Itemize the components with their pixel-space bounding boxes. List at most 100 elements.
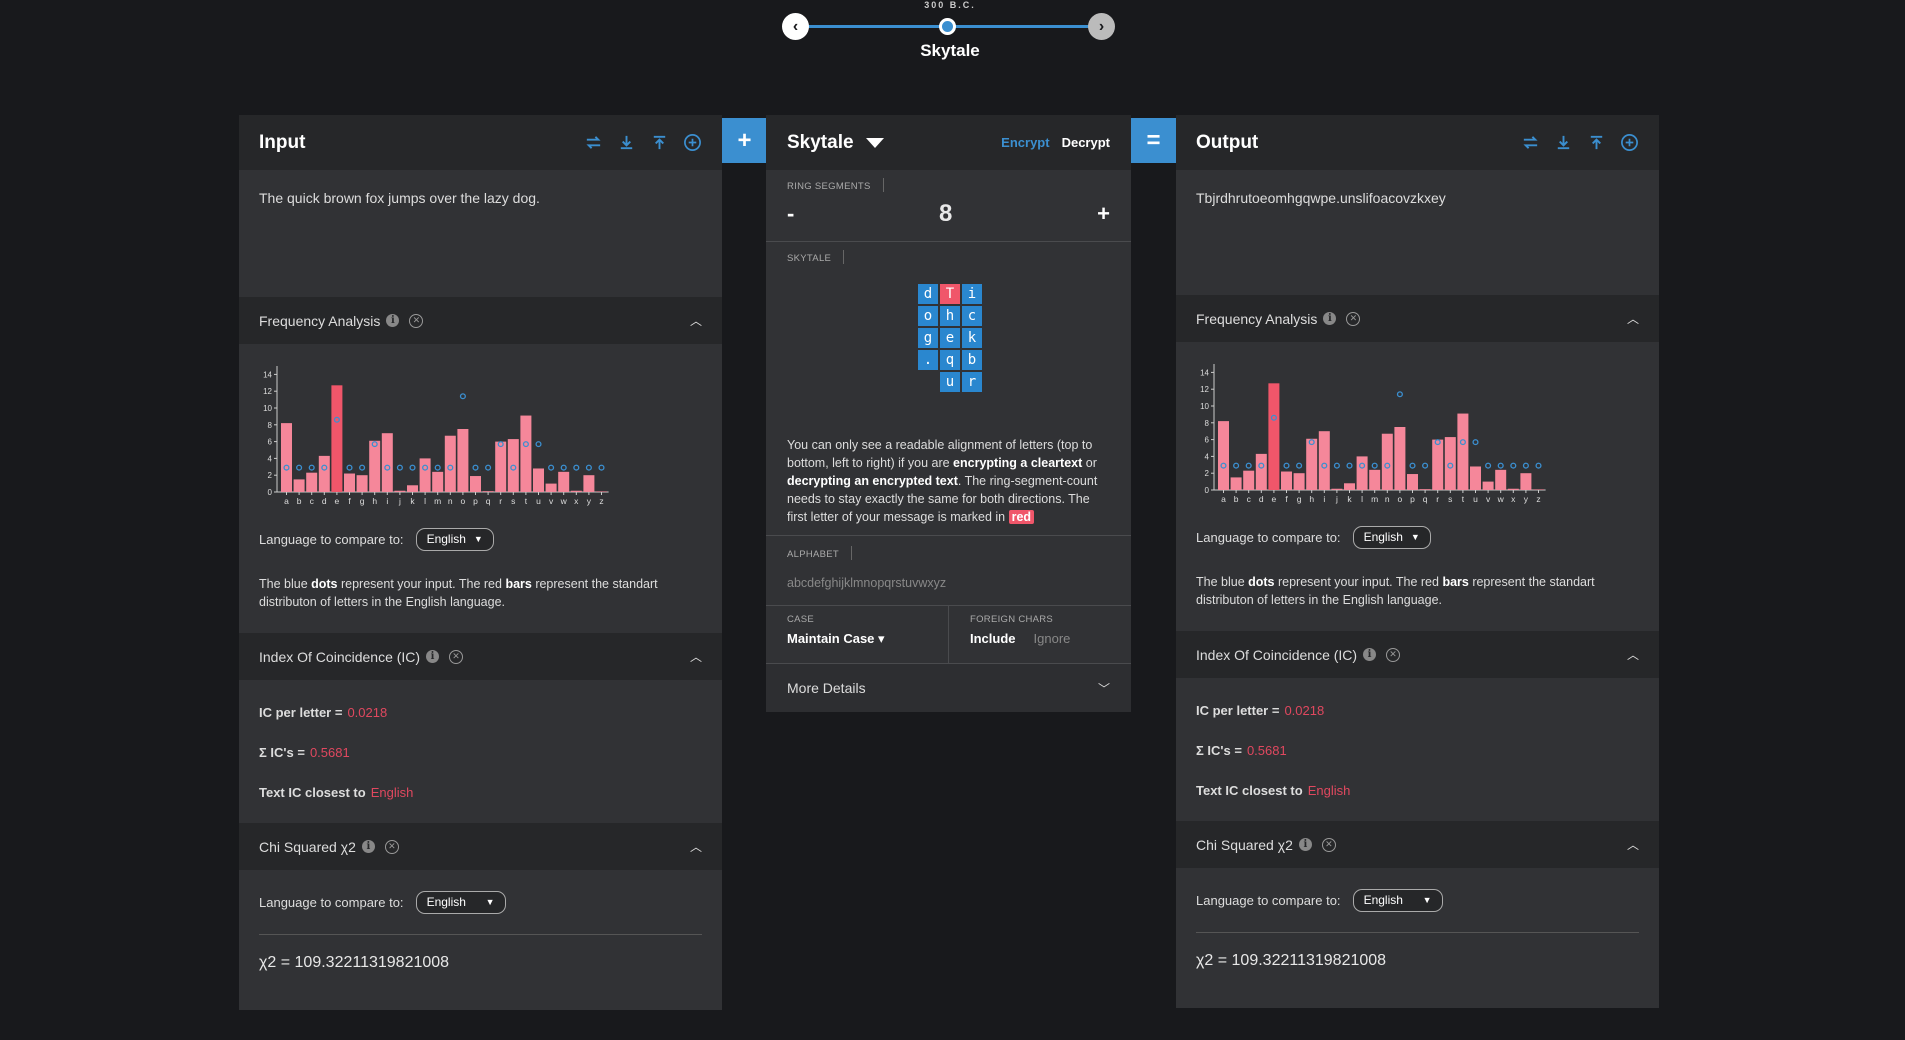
chevron-up-icon[interactable]: ︿ [690, 838, 702, 855]
info-icon[interactable]: i [1323, 312, 1337, 325]
caret-down-icon: ▼ [473, 534, 483, 544]
freq-lang-select[interactable]: English ▼ [415, 527, 494, 551]
info-icon[interactable]: i [361, 840, 375, 853]
foreign-include-option[interactable]: Include [970, 631, 1016, 646]
freq-bar [1369, 469, 1381, 490]
freq-lang-select[interactable]: English ▼ [1352, 525, 1431, 549]
close-icon[interactable]: ✕ [1346, 311, 1361, 326]
x-tick-label: n [1385, 494, 1390, 504]
options-box: CASE Maintain Case ▾ FOREIGN CHARS Inclu… [766, 606, 1131, 664]
timeline-prev-button[interactable]: ‹ [782, 13, 809, 40]
foreign-ignore-option[interactable]: Ignore [1034, 631, 1071, 646]
info-icon[interactable]: i [1363, 648, 1377, 661]
x-tick-label: g [1297, 494, 1302, 504]
download-icon[interactable] [1554, 133, 1573, 152]
input-chi-header[interactable]: Chi Squared χ2 i ✕ ︿ [239, 823, 722, 870]
output-ic-header[interactable]: Index Of Coincidence (IC) i ✕ ︿ [1176, 631, 1659, 678]
close-icon[interactable]: ✕ [1386, 647, 1401, 662]
freq-dot [573, 464, 580, 471]
segments-value[interactable]: 8 [939, 200, 952, 228]
info-icon[interactable]: i [426, 650, 440, 663]
add-circle-icon[interactable] [683, 133, 702, 152]
increment-button[interactable]: + [1097, 201, 1110, 227]
y-tick-label: 8 [268, 421, 273, 430]
y-tick-label: 6 [268, 438, 273, 447]
info-icon[interactable]: i [386, 314, 400, 327]
x-tick-label: z [599, 496, 603, 506]
lang-label: Language to compare to: [259, 894, 404, 910]
output-freq-header[interactable]: Frequency Analysis i ✕ ︿ [1176, 295, 1659, 342]
equals-button[interactable]: = [1131, 118, 1176, 163]
skytale-cell: r [962, 372, 982, 392]
freq-bar [1281, 471, 1292, 490]
case-select[interactable]: Maintain Case ▾ [787, 631, 885, 647]
chevron-up-icon[interactable]: ︿ [690, 312, 702, 329]
x-tick-label: t [525, 496, 528, 506]
cipher-select[interactable]: Skytale [787, 132, 884, 154]
ic-value: 0.5681 [1246, 742, 1287, 758]
freq-bar [545, 483, 557, 492]
x-tick-label: j [398, 496, 401, 506]
freq-bar [583, 475, 595, 492]
chi-lang-select[interactable]: English ▼ [415, 890, 506, 914]
output-textarea[interactable]: Tbjrdhrutoeomhgqwpe.unslifoacovzkxey [1176, 170, 1659, 295]
x-tick-label: w [560, 496, 568, 506]
decrement-button[interactable]: - [787, 201, 794, 227]
input-freq-header[interactable]: Frequency Analysis i ✕ ︿ [239, 297, 722, 344]
ic-label: IC per letter = [1196, 702, 1280, 718]
y-tick-label: 12 [263, 387, 272, 396]
timeline-next-button[interactable]: › [1088, 13, 1115, 40]
output-chi-header[interactable]: Chi Squared χ2 i ✕ ︿ [1176, 821, 1659, 868]
freq-dot [308, 464, 315, 471]
decrypt-toggle[interactable]: Decrypt [1062, 135, 1110, 150]
x-tick-label: i [1323, 494, 1325, 504]
upload-icon[interactable] [650, 133, 669, 152]
x-tick-label: x [1511, 494, 1516, 504]
chevron-up-icon[interactable]: ︿ [1627, 836, 1639, 853]
timeline-slider-knob[interactable] [939, 18, 956, 35]
skytale-cell: u [940, 372, 960, 392]
freq-dot [548, 464, 555, 471]
chevron-up-icon[interactable]: ︿ [1627, 646, 1639, 663]
close-icon[interactable]: ✕ [1321, 837, 1336, 852]
more-details-toggle[interactable]: More Details ﹀ [766, 664, 1131, 712]
encrypt-toggle[interactable]: Encrypt [1001, 135, 1049, 150]
alphabet-input[interactable]: abcdefghijklmnopqrstuvwxyz [787, 576, 1110, 590]
ring-segments-box: RING SEGMENTS - 8 + [766, 170, 1131, 242]
download-icon[interactable] [617, 133, 636, 152]
y-tick-label: 2 [268, 471, 273, 480]
close-icon[interactable]: ✕ [449, 649, 464, 664]
input-ic-header[interactable]: Index Of Coincidence (IC) i ✕ ︿ [239, 633, 722, 680]
close-icon[interactable]: ✕ [409, 313, 424, 328]
x-tick-label: b [297, 496, 302, 506]
output-chi-body: Language to compare to: English ▼ χ2 = 10… [1176, 868, 1659, 996]
chevron-up-icon[interactable]: ︿ [1627, 310, 1639, 327]
ic-sum: Σ IC's = 0.5681 [1196, 730, 1639, 770]
freq-bar [394, 490, 406, 492]
freq-dot [1245, 462, 1252, 469]
info-icon[interactable]: i [1298, 838, 1312, 851]
add-cipher-button[interactable]: + [722, 118, 767, 163]
plus-icon: + [737, 126, 752, 154]
add-circle-icon[interactable] [1620, 133, 1639, 152]
chi-lang-select[interactable]: English ▼ [1352, 888, 1443, 912]
freq-bar [1218, 421, 1229, 490]
y-tick-label: 4 [268, 454, 273, 463]
close-icon[interactable]: ✕ [384, 839, 399, 854]
input-textarea[interactable]: The quick brown fox jumps over the lazy … [239, 170, 722, 297]
x-tick-label: m [434, 496, 441, 506]
caret-down-icon [865, 137, 884, 148]
chevron-up-icon[interactable]: ︿ [690, 648, 702, 665]
output-ic-body: IC per letter = 0.0218 Σ IC's = 0.5681 Tex… [1176, 678, 1659, 821]
swap-icon[interactable] [1521, 133, 1540, 152]
freq-bar [1306, 438, 1318, 490]
freq-dot [459, 393, 466, 400]
x-tick-label: d [1259, 494, 1264, 504]
desc-text: represent your input. The red [337, 577, 506, 591]
y-tick-label: 2 [1205, 469, 1210, 478]
x-tick-label: j [1335, 494, 1338, 504]
freq-dot [1396, 391, 1403, 398]
freq-bar [1507, 488, 1519, 490]
swap-icon[interactable] [584, 133, 603, 152]
upload-icon[interactable] [1587, 133, 1606, 152]
